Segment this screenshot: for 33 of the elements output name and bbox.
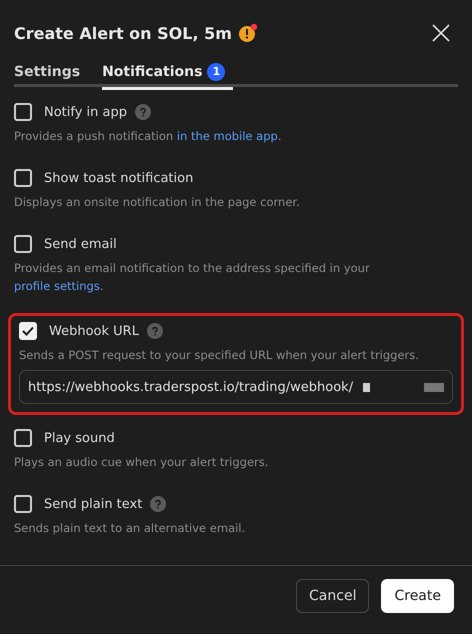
tab[interactable]: Settings <box>14 56 88 90</box>
help-icon[interactable] <box>150 496 166 512</box>
checkbox[interactable] <box>14 429 32 447</box>
option-description: Provides an email notification to the address specified in your profile settings. <box>14 260 371 295</box>
checkbox[interactable] <box>14 495 32 513</box>
option-description: Plays an audio cue when your alert triggers. <box>14 454 270 471</box>
checkbox[interactable] <box>14 169 32 187</box>
dialog-title: Create Alert on SOL, 5m <box>14 24 232 42</box>
link[interactable]: profile settings <box>14 279 100 293</box>
tab[interactable]: Notifications 1 <box>102 56 234 90</box>
help-icon[interactable] <box>135 104 152 120</box>
link[interactable]: in the mobile app <box>176 129 278 143</box>
option-description: Provides a push notification in the mobile app. <box>14 128 282 145</box>
option-label: Show toast notification <box>44 170 194 186</box>
option-label: Send plain text <box>44 496 142 512</box>
checkbox[interactable] <box>19 322 37 340</box>
create-button[interactable]: Create <box>381 579 454 613</box>
redaction-mark <box>363 382 370 392</box>
close-icon[interactable] <box>432 24 450 42</box>
cancel-button[interactable]: Cancel <box>296 579 370 613</box>
option-description: Displays an onsite notification in the page corner. <box>14 194 301 211</box>
count-badge: 1 <box>207 62 226 80</box>
redaction-mark <box>424 382 444 392</box>
option-label: Webhook URL <box>49 324 139 338</box>
option-description: Sends a POST request to your specified URL when your alert triggers. <box>19 347 420 364</box>
option-label: Notify in app <box>44 104 128 120</box>
url-field[interactable]: https://webhooks.traderspost.io/trading/webhook/ <box>19 370 453 404</box>
checkbox[interactable] <box>14 235 32 253</box>
option-description: Sends plain text to an alternative email. <box>14 520 246 537</box>
checkbox[interactable] <box>14 103 32 121</box>
help-icon[interactable] <box>146 323 163 339</box>
option-label: Play sound <box>44 430 115 446</box>
option-label: Send email <box>44 236 117 252</box>
